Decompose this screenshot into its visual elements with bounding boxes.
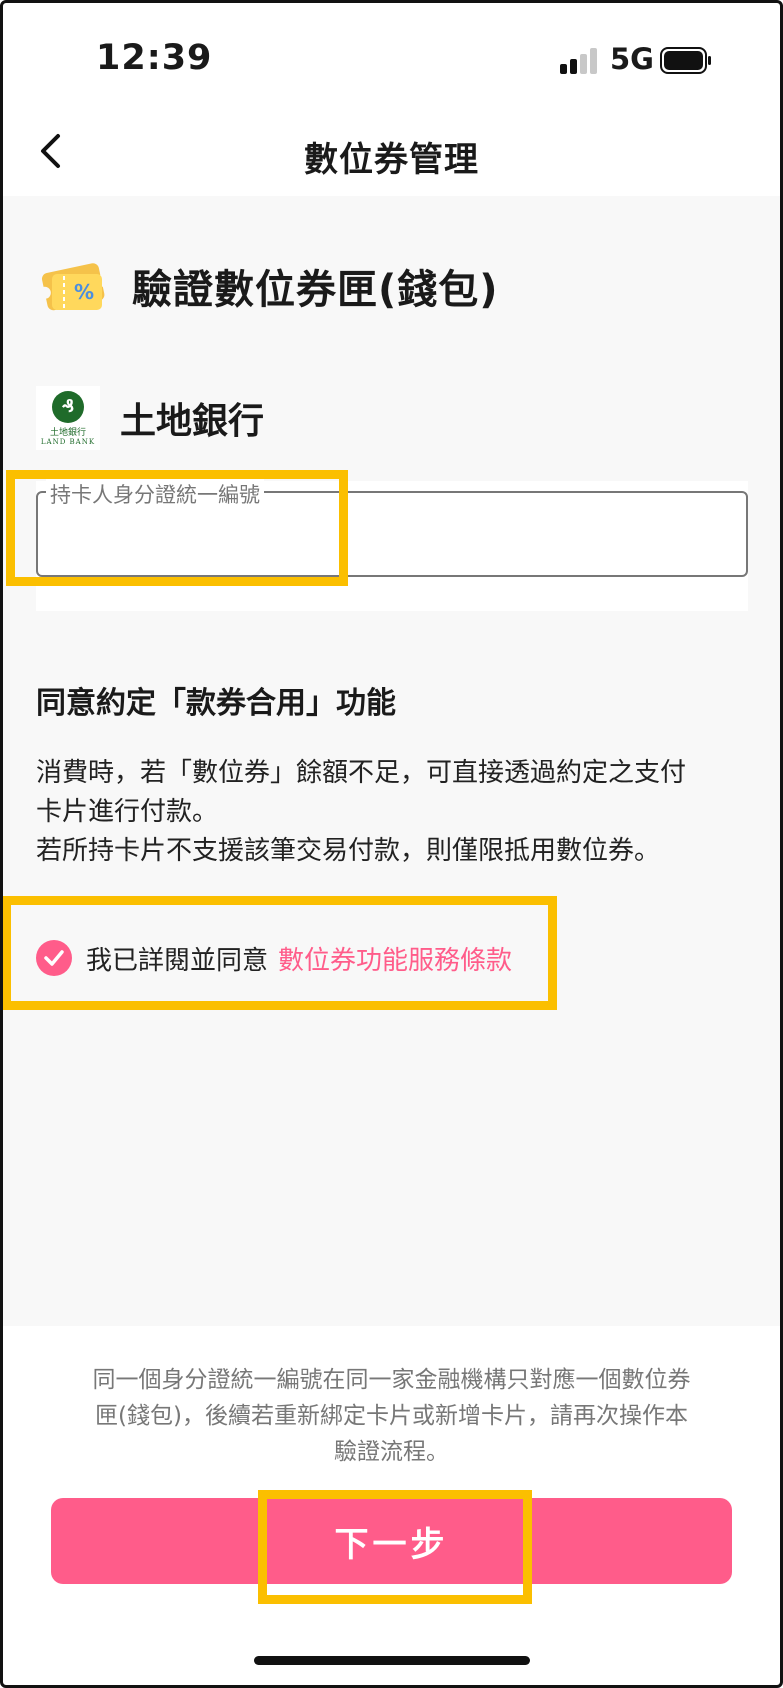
- note-line: 驗證流程。: [334, 1439, 449, 1465]
- id-field[interactable]: 持卡人身分證統一編號: [36, 479, 748, 577]
- bank-logo-en: LAND BANK: [40, 437, 96, 446]
- terms-link[interactable]: 數位券功能服務條款: [278, 940, 512, 977]
- bank-row: ₰ 土地銀行 LAND BANK 土地銀行: [36, 386, 264, 450]
- signal-icon: [560, 48, 600, 74]
- bank-logo: ₰ 土地銀行 LAND BANK: [36, 386, 100, 450]
- agreement-title: 同意約定「款券合用」功能: [36, 686, 396, 721]
- section-title: 驗證數位券匣(錢包): [132, 267, 499, 313]
- agreement-desc-line: 消費時，若「數位券」餘額不足，可直接透過約定之支付: [36, 758, 687, 788]
- agreement-desc-line: 若所持卡片不支援該筆交易付款，則僅限抵用數位券。: [36, 836, 661, 866]
- section-header: % 驗證數位券匣(錢包): [36, 248, 499, 324]
- binding-note: 同一個身分證統一編號在同一家金融機構只對應一個數位券 匣(錢包)，後續若重新綁定…: [50, 1362, 733, 1470]
- bank-logo-zh: 土地銀行: [49, 427, 86, 438]
- agreement-description: 消費時，若「數位券」餘額不足，可直接透過約定之支付 卡片進行付款。 若所持卡片不…: [36, 754, 756, 871]
- page-title: 數位券管理: [304, 140, 479, 180]
- battery-icon: [660, 47, 711, 74]
- bank-emblem-icon: ₰: [52, 390, 84, 423]
- checkmark-icon: [44, 950, 64, 966]
- nav-bar: 數位券管理: [0, 110, 783, 196]
- consent-row[interactable]: 我已詳閱並同意 數位券功能服務條款: [36, 928, 512, 988]
- next-button-label: 下一步: [334, 1525, 449, 1564]
- bottom-panel: 同一個身分證統一編號在同一家金融機構只對應一個數位券 匣(錢包)，後續若重新綁定…: [0, 1326, 783, 1688]
- ticket-percent-icon: %: [38, 263, 108, 311]
- note-line: 匣(錢包)，後續若重新綁定卡片或新增卡片，請再次操作本: [95, 1403, 688, 1429]
- status-bar: 12:39 5G: [0, 0, 783, 120]
- consent-checkbox[interactable]: [36, 940, 72, 976]
- svg-text:%: %: [74, 280, 94, 304]
- next-button[interactable]: 下一步: [51, 1498, 732, 1584]
- consent-text: 我已詳閱並同意: [86, 945, 269, 976]
- id-field-label: 持卡人身分證統一編號: [46, 479, 264, 509]
- id-input[interactable]: [52, 515, 732, 555]
- id-field-container: 持卡人身分證統一編號: [36, 479, 748, 611]
- bank-name: 土地銀行: [120, 401, 265, 442]
- agreement-desc-line: 卡片進行付款。: [36, 797, 219, 827]
- home-indicator: [254, 1656, 530, 1665]
- network-label: 5G: [610, 42, 654, 76]
- note-line: 同一個身分證統一編號在同一家金融機構只對應一個數位券: [92, 1367, 691, 1393]
- status-time: 12:39: [96, 38, 213, 78]
- main-content: % 驗證數位券匣(錢包) ₰ 土地銀行 LAND BANK 土地銀行 持卡人身分…: [0, 196, 783, 1326]
